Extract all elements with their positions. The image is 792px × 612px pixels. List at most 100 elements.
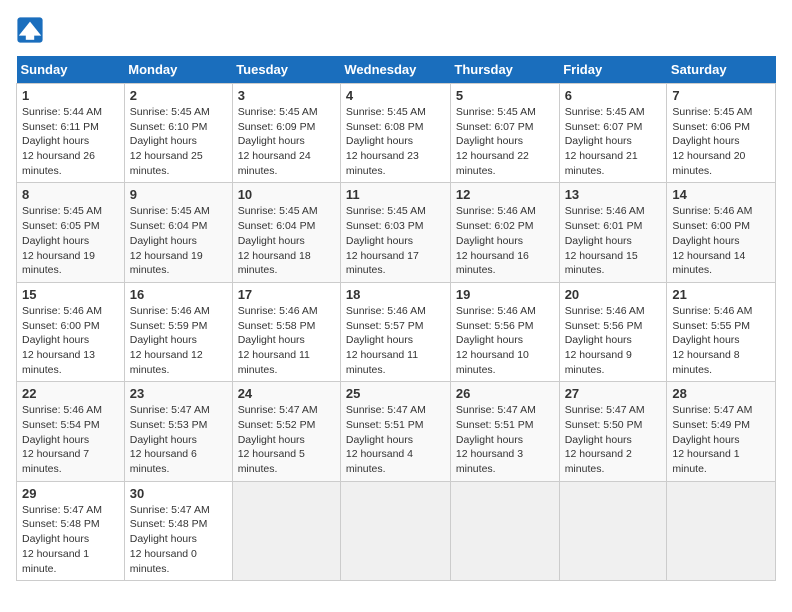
calendar-cell: 29 Sunrise: 5:47 AMSunset: 5:48 PMDaylig…: [17, 481, 125, 580]
day-info: Sunrise: 5:47 AMSunset: 5:48 PMDaylight …: [22, 503, 119, 576]
calendar-body: 1 Sunrise: 5:44 AMSunset: 6:11 PMDayligh…: [17, 84, 776, 581]
calendar-cell: 5 Sunrise: 5:45 AMSunset: 6:07 PMDayligh…: [450, 84, 559, 183]
day-number: 21: [672, 287, 770, 302]
day-number: 24: [238, 386, 335, 401]
day-info: Sunrise: 5:47 AMSunset: 5:52 PMDaylight …: [238, 403, 335, 476]
calendar-cell: 24 Sunrise: 5:47 AMSunset: 5:52 PMDaylig…: [232, 382, 340, 481]
calendar-cell: 1 Sunrise: 5:44 AMSunset: 6:11 PMDayligh…: [17, 84, 125, 183]
calendar-cell: 18 Sunrise: 5:46 AMSunset: 5:57 PMDaylig…: [340, 282, 450, 381]
calendar-cell: 28 Sunrise: 5:47 AMSunset: 5:49 PMDaylig…: [667, 382, 776, 481]
day-info: Sunrise: 5:46 AMSunset: 5:56 PMDaylight …: [456, 304, 554, 377]
day-info: Sunrise: 5:46 AMSunset: 6:01 PMDaylight …: [565, 204, 662, 277]
calendar-cell: 15 Sunrise: 5:46 AMSunset: 6:00 PMDaylig…: [17, 282, 125, 381]
day-info: Sunrise: 5:46 AMSunset: 6:02 PMDaylight …: [456, 204, 554, 277]
day-number: 26: [456, 386, 554, 401]
calendar-week-4: 22 Sunrise: 5:46 AMSunset: 5:54 PMDaylig…: [17, 382, 776, 481]
day-number: 12: [456, 187, 554, 202]
calendar-cell: [559, 481, 667, 580]
calendar-cell: 13 Sunrise: 5:46 AMSunset: 6:01 PMDaylig…: [559, 183, 667, 282]
calendar-cell: 26 Sunrise: 5:47 AMSunset: 5:51 PMDaylig…: [450, 382, 559, 481]
day-info: Sunrise: 5:44 AMSunset: 6:11 PMDaylight …: [22, 105, 119, 178]
calendar-cell: 30 Sunrise: 5:47 AMSunset: 5:48 PMDaylig…: [124, 481, 232, 580]
calendar-table: Sunday Monday Tuesday Wednesday Thursday…: [16, 56, 776, 581]
calendar-cell: 16 Sunrise: 5:46 AMSunset: 5:59 PMDaylig…: [124, 282, 232, 381]
day-info: Sunrise: 5:47 AMSunset: 5:53 PMDaylight …: [130, 403, 227, 476]
day-info: Sunrise: 5:46 AMSunset: 6:00 PMDaylight …: [672, 204, 770, 277]
day-info: Sunrise: 5:46 AMSunset: 5:55 PMDaylight …: [672, 304, 770, 377]
calendar-cell: 11 Sunrise: 5:45 AMSunset: 6:03 PMDaylig…: [340, 183, 450, 282]
calendar-cell: 22 Sunrise: 5:46 AMSunset: 5:54 PMDaylig…: [17, 382, 125, 481]
day-number: 3: [238, 88, 335, 103]
col-sunday: Sunday: [17, 56, 125, 84]
calendar-week-3: 15 Sunrise: 5:46 AMSunset: 6:00 PMDaylig…: [17, 282, 776, 381]
day-info: Sunrise: 5:47 AMSunset: 5:48 PMDaylight …: [130, 503, 227, 576]
day-info: Sunrise: 5:47 AMSunset: 5:49 PMDaylight …: [672, 403, 770, 476]
day-number: 22: [22, 386, 119, 401]
day-number: 27: [565, 386, 662, 401]
day-number: 29: [22, 486, 119, 501]
col-wednesday: Wednesday: [340, 56, 450, 84]
calendar-cell: 7 Sunrise: 5:45 AMSunset: 6:06 PMDayligh…: [667, 84, 776, 183]
calendar-week-2: 8 Sunrise: 5:45 AMSunset: 6:05 PMDayligh…: [17, 183, 776, 282]
day-info: Sunrise: 5:45 AMSunset: 6:09 PMDaylight …: [238, 105, 335, 178]
day-info: Sunrise: 5:46 AMSunset: 5:54 PMDaylight …: [22, 403, 119, 476]
calendar-cell: 3 Sunrise: 5:45 AMSunset: 6:09 PMDayligh…: [232, 84, 340, 183]
col-tuesday: Tuesday: [232, 56, 340, 84]
day-number: 1: [22, 88, 119, 103]
day-number: 15: [22, 287, 119, 302]
day-number: 23: [130, 386, 227, 401]
page-header: [16, 16, 776, 44]
day-info: Sunrise: 5:45 AMSunset: 6:04 PMDaylight …: [238, 204, 335, 277]
col-thursday: Thursday: [450, 56, 559, 84]
day-info: Sunrise: 5:47 AMSunset: 5:51 PMDaylight …: [346, 403, 445, 476]
calendar-cell: [667, 481, 776, 580]
day-info: Sunrise: 5:46 AMSunset: 5:57 PMDaylight …: [346, 304, 445, 377]
calendar-cell: [340, 481, 450, 580]
day-number: 18: [346, 287, 445, 302]
calendar-cell: 19 Sunrise: 5:46 AMSunset: 5:56 PMDaylig…: [450, 282, 559, 381]
calendar-cell: 2 Sunrise: 5:45 AMSunset: 6:10 PMDayligh…: [124, 84, 232, 183]
calendar-cell: 8 Sunrise: 5:45 AMSunset: 6:05 PMDayligh…: [17, 183, 125, 282]
day-info: Sunrise: 5:45 AMSunset: 6:03 PMDaylight …: [346, 204, 445, 277]
day-info: Sunrise: 5:46 AMSunset: 5:56 PMDaylight …: [565, 304, 662, 377]
logo: [16, 16, 48, 44]
col-friday: Friday: [559, 56, 667, 84]
calendar-cell: 27 Sunrise: 5:47 AMSunset: 5:50 PMDaylig…: [559, 382, 667, 481]
col-saturday: Saturday: [667, 56, 776, 84]
calendar-header: Sunday Monday Tuesday Wednesday Thursday…: [17, 56, 776, 84]
day-number: 9: [130, 187, 227, 202]
day-number: 19: [456, 287, 554, 302]
day-info: Sunrise: 5:47 AMSunset: 5:51 PMDaylight …: [456, 403, 554, 476]
calendar-cell: 12 Sunrise: 5:46 AMSunset: 6:02 PMDaylig…: [450, 183, 559, 282]
calendar-week-1: 1 Sunrise: 5:44 AMSunset: 6:11 PMDayligh…: [17, 84, 776, 183]
day-number: 11: [346, 187, 445, 202]
day-number: 10: [238, 187, 335, 202]
calendar-cell: 23 Sunrise: 5:47 AMSunset: 5:53 PMDaylig…: [124, 382, 232, 481]
day-info: Sunrise: 5:45 AMSunset: 6:05 PMDaylight …: [22, 204, 119, 277]
logo-icon: [16, 16, 44, 44]
day-number: 4: [346, 88, 445, 103]
calendar-cell: 21 Sunrise: 5:46 AMSunset: 5:55 PMDaylig…: [667, 282, 776, 381]
day-number: 7: [672, 88, 770, 103]
day-info: Sunrise: 5:46 AMSunset: 5:59 PMDaylight …: [130, 304, 227, 377]
day-info: Sunrise: 5:47 AMSunset: 5:50 PMDaylight …: [565, 403, 662, 476]
day-number: 14: [672, 187, 770, 202]
day-number: 6: [565, 88, 662, 103]
day-number: 2: [130, 88, 227, 103]
day-number: 28: [672, 386, 770, 401]
col-monday: Monday: [124, 56, 232, 84]
day-number: 17: [238, 287, 335, 302]
calendar-cell: 17 Sunrise: 5:46 AMSunset: 5:58 PMDaylig…: [232, 282, 340, 381]
calendar-cell: 25 Sunrise: 5:47 AMSunset: 5:51 PMDaylig…: [340, 382, 450, 481]
day-number: 13: [565, 187, 662, 202]
day-number: 30: [130, 486, 227, 501]
day-number: 5: [456, 88, 554, 103]
calendar-cell: 14 Sunrise: 5:46 AMSunset: 6:00 PMDaylig…: [667, 183, 776, 282]
calendar-week-5: 29 Sunrise: 5:47 AMSunset: 5:48 PMDaylig…: [17, 481, 776, 580]
day-number: 25: [346, 386, 445, 401]
calendar-cell: 4 Sunrise: 5:45 AMSunset: 6:08 PMDayligh…: [340, 84, 450, 183]
calendar-cell: 6 Sunrise: 5:45 AMSunset: 6:07 PMDayligh…: [559, 84, 667, 183]
day-number: 8: [22, 187, 119, 202]
calendar-cell: [450, 481, 559, 580]
calendar-cell: 20 Sunrise: 5:46 AMSunset: 5:56 PMDaylig…: [559, 282, 667, 381]
